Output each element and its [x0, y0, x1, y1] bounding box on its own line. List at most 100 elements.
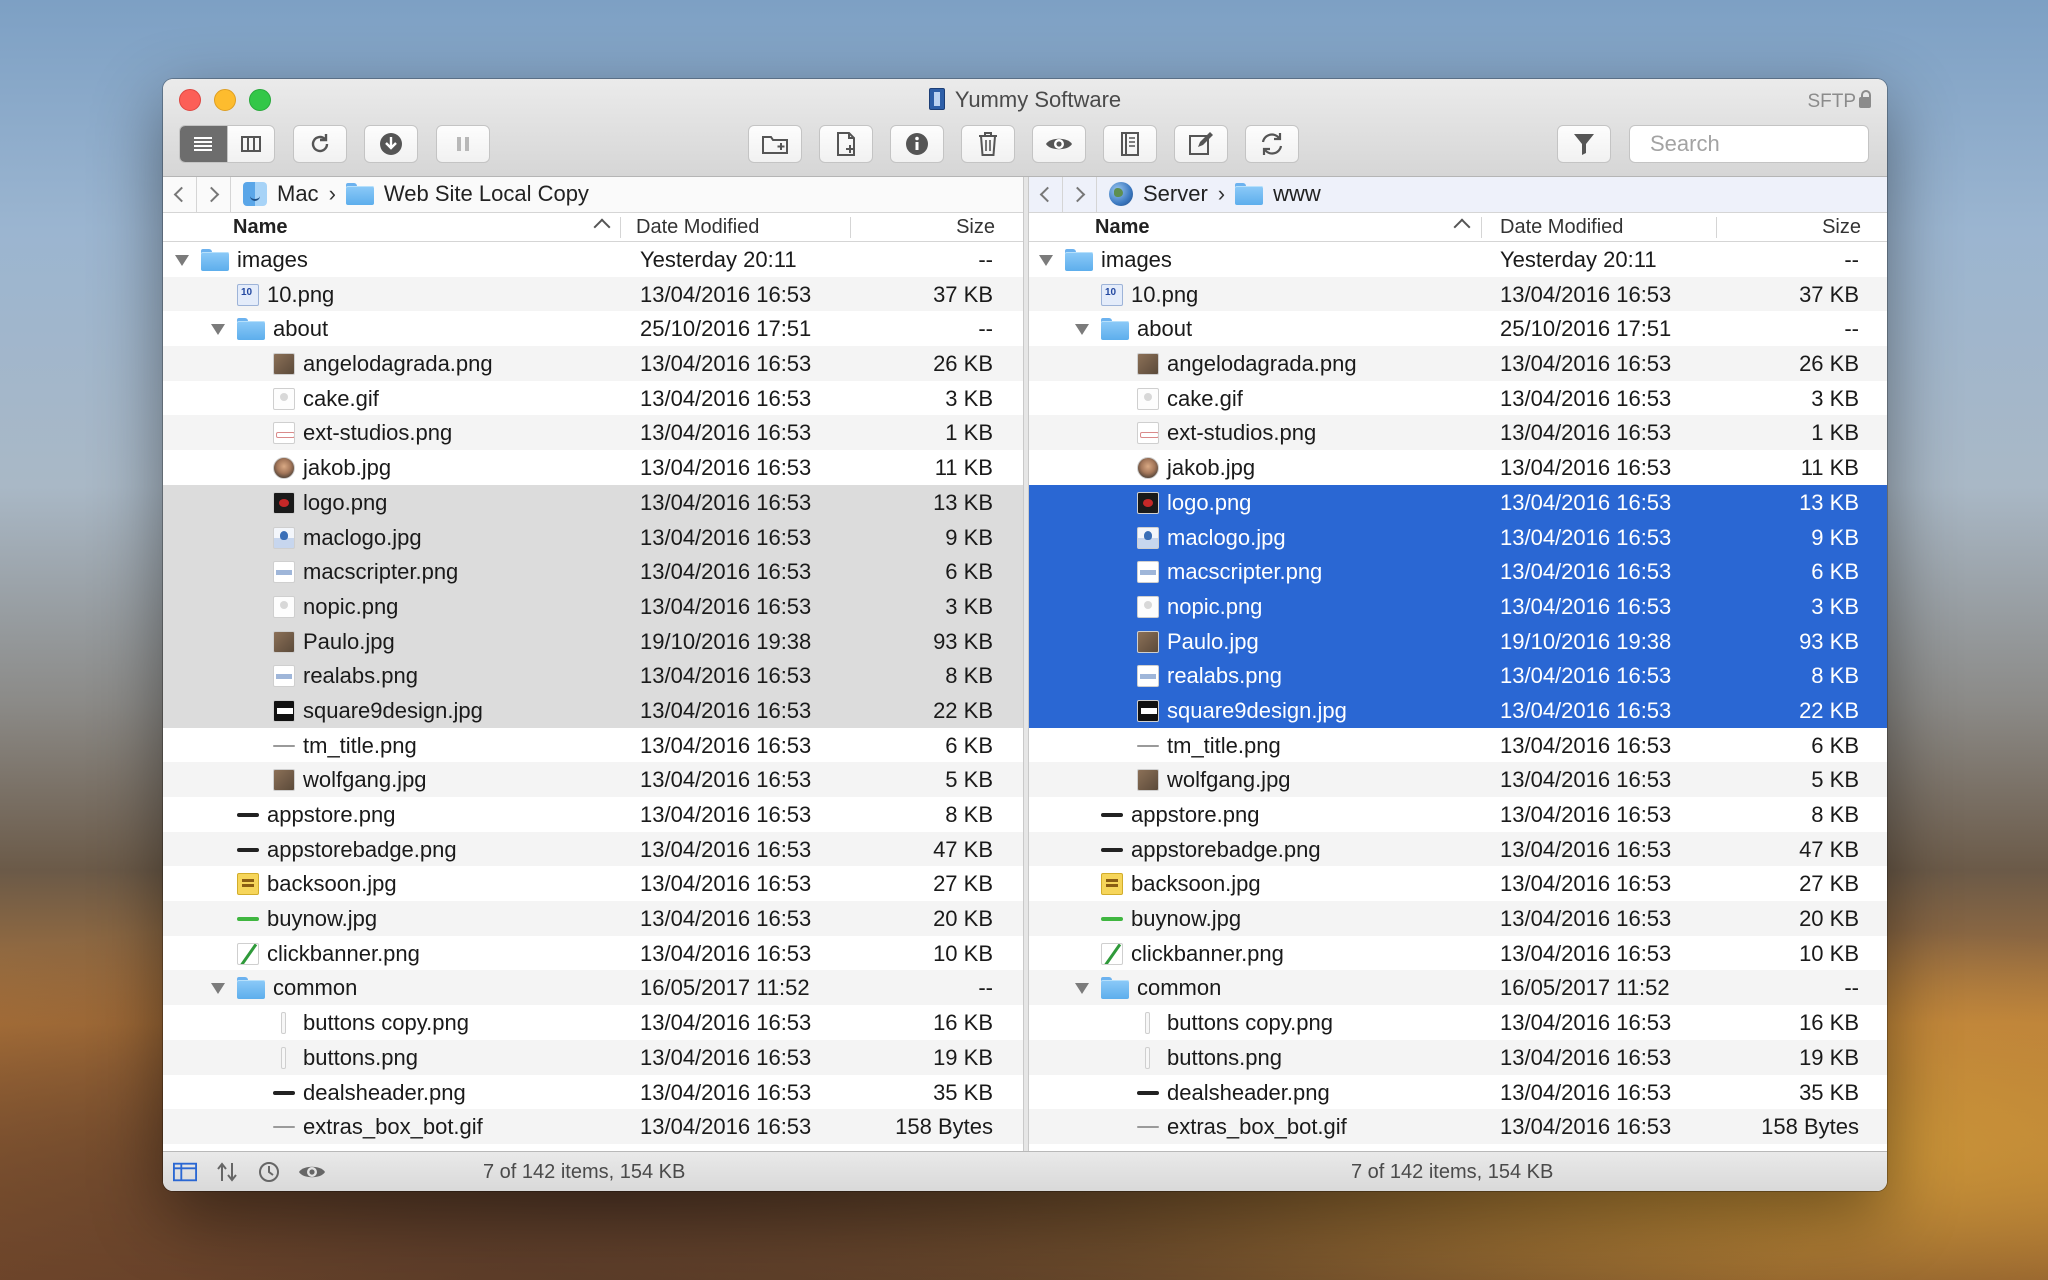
file-row[interactable]: buttons.png 13/04/2016 16:53 19 KB [163, 1039, 1023, 1075]
file-row[interactable]: appstorebadge.png 13/04/2016 16:53 47 KB [1029, 831, 1887, 867]
local-forward-button[interactable] [197, 177, 231, 212]
preview-button[interactable] [1032, 125, 1086, 163]
file-row[interactable]: nopic.png 13/04/2016 16:53 3 KB [163, 588, 1023, 624]
file-row[interactable]: appstorebadge.png 13/04/2016 16:53 47 KB [163, 831, 1023, 867]
pause-button[interactable] [436, 125, 490, 163]
file-row[interactable]: backsoon.jpg 13/04/2016 16:53 27 KB [163, 866, 1023, 901]
file-row[interactable]: extras_box_bot.gif 13/04/2016 16:53 158 By… [1029, 1109, 1887, 1144]
disclosure-triangle-icon[interactable] [1075, 982, 1089, 994]
file-row[interactable]: logo.png 13/04/2016 16:53 13 KB [163, 484, 1023, 520]
file-row[interactable]: appstore.png 13/04/2016 16:53 8 KB [1029, 797, 1887, 832]
file-row[interactable]: realabs.png 13/04/2016 16:53 8 KB [1029, 658, 1887, 693]
folder-row[interactable]: about 25/10/2016 17:51 -- [163, 311, 1023, 346]
file-row[interactable]: appstore.png 13/04/2016 16:53 8 KB [163, 797, 1023, 832]
file-row[interactable]: wolfgang.jpg 13/04/2016 16:53 5 KB [1029, 762, 1887, 797]
file-row[interactable]: realabs.png 13/04/2016 16:53 8 KB [163, 658, 1023, 693]
list-view-button[interactable] [180, 126, 227, 162]
breadcrumb-item[interactable]: Web Site Local Copy [384, 181, 589, 207]
file-name-cell: logo.png [1111, 490, 1251, 516]
file-row[interactable]: jakob.jpg 13/04/2016 16:53 11 KB [163, 450, 1023, 485]
name-column-header[interactable]: Name [1095, 216, 1149, 239]
column-divider[interactable] [620, 217, 621, 238]
size-column-header[interactable]: Size [1822, 216, 1861, 239]
breadcrumb-item[interactable]: Server [1143, 181, 1208, 207]
file-row[interactable]: extras_box_bot.gif 13/04/2016 16:53 158 By… [163, 1109, 1023, 1144]
disclosure-triangle-icon[interactable] [1075, 323, 1089, 335]
file-row[interactable]: angelodagrada.png 13/04/2016 16:53 26 KB [163, 346, 1023, 381]
bookmarks-button[interactable] [1103, 125, 1157, 163]
search-input[interactable] [1629, 125, 1869, 163]
file-row[interactable]: Paulo.jpg 19/10/2016 19:38 93 KB [1029, 623, 1887, 659]
size-column-header[interactable]: Size [956, 216, 995, 239]
file-row[interactable]: macscripter.png 13/04/2016 16:53 6 KB [1029, 554, 1887, 589]
folder-row[interactable]: common 16/05/2017 11:52 -- [1029, 970, 1887, 1006]
file-row[interactable]: clickbanner.png 13/04/2016 16:53 10 KB [163, 936, 1023, 971]
new-file-button[interactable] [819, 125, 873, 163]
file-row[interactable]: buttons copy.png 13/04/2016 16:53 16 KB [163, 1005, 1023, 1040]
refresh-button[interactable] [293, 125, 347, 163]
file-row[interactable]: tm_title.png 13/04/2016 16:53 6 KB [163, 728, 1023, 763]
transfers-button[interactable] [215, 1161, 239, 1183]
file-row[interactable]: clickbanner.png 13/04/2016 16:53 10 KB [1029, 936, 1887, 971]
file-name: appstorebadge.png [267, 836, 457, 862]
history-button[interactable] [257, 1161, 281, 1183]
download-button[interactable] [364, 125, 418, 163]
edit-button[interactable] [1174, 125, 1228, 163]
name-column-header[interactable]: Name [233, 216, 287, 239]
file-row[interactable]: cake.gif 13/04/2016 16:53 3 KB [163, 381, 1023, 416]
column-divider[interactable] [850, 217, 851, 238]
local-back-button[interactable] [163, 177, 197, 212]
sync-button[interactable] [1245, 125, 1299, 163]
file-row[interactable]: buttons copy.png 13/04/2016 16:53 16 KB [1029, 1005, 1887, 1040]
file-row[interactable]: buynow.jpg 13/04/2016 16:53 20 KB [1029, 901, 1887, 936]
folder-row[interactable]: about 25/10/2016 17:51 -- [1029, 311, 1887, 346]
folder-row[interactable]: images Yesterday 20:11 -- [163, 242, 1023, 277]
column-divider[interactable] [1481, 217, 1482, 238]
breadcrumb-item[interactable]: www [1273, 181, 1321, 207]
remote-back-button[interactable] [1029, 177, 1063, 212]
lock-icon [1859, 90, 1871, 108]
remote-forward-button[interactable] [1063, 177, 1097, 212]
file-row[interactable]: ext-studios.png 13/04/2016 16:53 1 KB [1029, 415, 1887, 451]
folder-row[interactable]: images Yesterday 20:11 -- [1029, 242, 1887, 277]
column-divider[interactable] [1716, 217, 1717, 238]
file-row[interactable]: angelodagrada.png 13/04/2016 16:53 26 KB [1029, 346, 1887, 381]
disclosure-triangle-icon[interactable] [1039, 254, 1053, 266]
disclosure-triangle-icon[interactable] [175, 254, 189, 266]
file-row[interactable]: buynow.jpg 13/04/2016 16:53 20 KB [163, 901, 1023, 936]
file-row[interactable]: maclogo.jpg 13/04/2016 16:53 9 KB [1029, 519, 1887, 555]
file-row[interactable]: logo.png 13/04/2016 16:53 13 KB [1029, 484, 1887, 520]
file-row[interactable]: 10.png 13/04/2016 16:53 37 KB [1029, 276, 1887, 312]
file-row[interactable]: macscripter.png 13/04/2016 16:53 6 KB [163, 554, 1023, 589]
disclosure-triangle-icon[interactable] [211, 982, 225, 994]
date-column-header[interactable]: Date Modified [1500, 216, 1623, 239]
view-mode-control [179, 125, 275, 163]
file-row[interactable]: square9design.jpg 13/04/2016 16:53 22 KB [163, 692, 1023, 728]
date-modified-cell: 13/04/2016 16:53 [1500, 802, 1672, 827]
column-view-button[interactable] [226, 126, 275, 162]
file-row[interactable]: wolfgang.jpg 13/04/2016 16:53 5 KB [163, 762, 1023, 797]
file-row[interactable]: ext-studios.png 13/04/2016 16:53 1 KB [163, 415, 1023, 451]
disclosure-triangle-icon[interactable] [211, 323, 225, 335]
file-row[interactable]: 10.png 13/04/2016 16:53 37 KB [163, 276, 1023, 312]
file-row[interactable]: backsoon.jpg 13/04/2016 16:53 27 KB [1029, 866, 1887, 901]
file-row[interactable]: dealsheader.png 13/04/2016 16:53 35 KB [1029, 1075, 1887, 1110]
file-row[interactable]: cake.gif 13/04/2016 16:53 3 KB [1029, 381, 1887, 416]
new-folder-button[interactable] [748, 125, 802, 163]
date-column-header[interactable]: Date Modified [636, 216, 759, 239]
breadcrumb-item[interactable]: Mac [277, 181, 319, 207]
filter-button[interactable] [1557, 125, 1611, 163]
file-row[interactable]: jakob.jpg 13/04/2016 16:53 11 KB [1029, 450, 1887, 485]
file-row[interactable]: nopic.png 13/04/2016 16:53 3 KB [1029, 588, 1887, 624]
file-row[interactable]: dealsheader.png 13/04/2016 16:53 35 KB [163, 1075, 1023, 1110]
file-row[interactable]: Paulo.jpg 19/10/2016 19:38 93 KB [163, 623, 1023, 659]
file-row[interactable]: square9design.jpg 13/04/2016 16:53 22 KB [1029, 692, 1887, 728]
delete-button[interactable] [961, 125, 1015, 163]
file-row[interactable]: tm_title.png 13/04/2016 16:53 6 KB [1029, 728, 1887, 763]
file-row[interactable]: buttons.png 13/04/2016 16:53 19 KB [1029, 1039, 1887, 1075]
preview-toggle-button[interactable] [297, 1161, 327, 1183]
folder-row[interactable]: common 16/05/2017 11:52 -- [163, 970, 1023, 1006]
info-button[interactable] [890, 125, 944, 163]
split-view-button[interactable] [173, 1161, 197, 1183]
file-row[interactable]: maclogo.jpg 13/04/2016 16:53 9 KB [163, 519, 1023, 555]
